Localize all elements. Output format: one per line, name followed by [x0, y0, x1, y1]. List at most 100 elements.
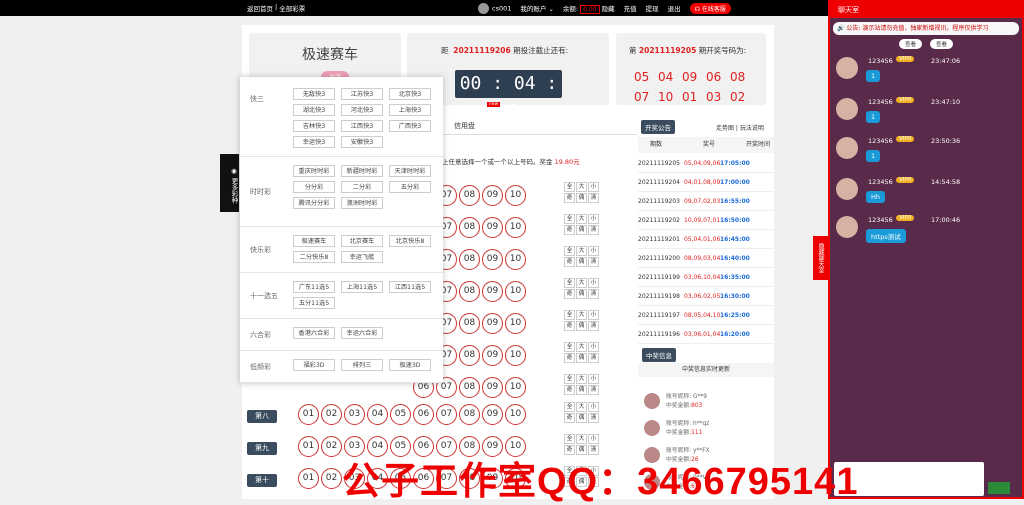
- number-ball[interactable]: 10: [505, 313, 526, 334]
- number-ball[interactable]: 08: [459, 377, 480, 398]
- quick-select-button[interactable]: 全: [564, 402, 575, 412]
- quick-select-button[interactable]: 小: [588, 310, 599, 320]
- number-ball[interactable]: 02: [321, 404, 342, 425]
- number-ball[interactable]: 10: [505, 404, 526, 425]
- quick-select-button[interactable]: 全: [564, 278, 575, 288]
- record-row[interactable]: 20211119197 08,05,04,10, 16:25:00: [638, 306, 774, 325]
- menu-item[interactable]: 湖北快3: [293, 104, 335, 116]
- number-ball[interactable]: 08: [459, 404, 480, 425]
- quick-select-button[interactable]: 小: [588, 246, 599, 256]
- number-ball[interactable]: 05: [390, 404, 411, 425]
- recharge-link[interactable]: 充值: [624, 3, 637, 13]
- menu-item[interactable]: 二分快乐8: [293, 251, 335, 263]
- quick-select-button[interactable]: 偶: [576, 321, 587, 331]
- menu-item[interactable]: 腾讯分分彩: [293, 197, 335, 209]
- number-ball[interactable]: 09: [482, 217, 503, 238]
- tab-winners[interactable]: 中奖信息: [642, 348, 676, 362]
- number-ball[interactable]: 10: [505, 217, 526, 238]
- menu-item[interactable]: 香港六合彩: [293, 327, 335, 339]
- quick-select-button[interactable]: 清: [588, 193, 599, 203]
- quick-select-button[interactable]: 小: [588, 182, 599, 192]
- online-service-button[interactable]: ☊ 在线客服: [689, 2, 731, 14]
- record-row[interactable]: 20211119201 05,04,01,06, 16:45:00: [638, 230, 774, 249]
- menu-item[interactable]: 福彩3D: [293, 359, 335, 371]
- menu-item[interactable]: 新疆时时彩: [341, 165, 383, 177]
- quick-select-button[interactable]: 偶: [576, 413, 587, 423]
- quick-select-button[interactable]: 清: [588, 413, 599, 423]
- quick-select-button[interactable]: 小: [588, 278, 599, 288]
- number-ball[interactable]: 06: [413, 404, 434, 425]
- quick-select-button[interactable]: 清: [588, 321, 599, 331]
- quick-select-button[interactable]: 小: [588, 374, 599, 384]
- menu-item[interactable]: 北京赛车: [341, 235, 383, 247]
- number-ball[interactable]: 01: [298, 436, 319, 457]
- quick-select-button[interactable]: 小: [588, 214, 599, 224]
- menu-item[interactable]: 分分彩: [293, 181, 335, 193]
- menu-item[interactable]: 河北快3: [341, 104, 383, 116]
- number-ball[interactable]: 07: [436, 404, 457, 425]
- quick-select-button[interactable]: 全: [564, 214, 575, 224]
- number-ball[interactable]: 02: [321, 436, 342, 457]
- quick-select-button[interactable]: 全: [564, 246, 575, 256]
- quick-select-button[interactable]: 清: [588, 225, 599, 235]
- menu-item[interactable]: 上海快3: [389, 104, 431, 116]
- quick-select-button[interactable]: 大: [576, 342, 587, 352]
- number-ball[interactable]: 09: [482, 249, 503, 270]
- record-row[interactable]: 20211119200 08,09,03,04, 16:40:00: [638, 249, 774, 268]
- quick-select-button[interactable]: 奇: [564, 225, 575, 235]
- record-row[interactable]: 20211119203 09,07,02,03, 16:55:00: [638, 192, 774, 211]
- quick-select-button[interactable]: 奇: [564, 385, 575, 395]
- tab-announce[interactable]: 开奖公告: [641, 120, 675, 134]
- quick-select-button[interactable]: 大: [576, 182, 587, 192]
- quick-select-button[interactable]: 全: [564, 434, 575, 444]
- menu-item[interactable]: 二分彩: [341, 181, 383, 193]
- menu-item[interactable]: 重庆时时彩: [293, 165, 335, 177]
- quick-select-button[interactable]: 小: [588, 342, 599, 352]
- notice-view-button[interactable]: 查看: [898, 39, 922, 49]
- quick-select-button[interactable]: 偶: [576, 193, 587, 203]
- number-ball[interactable]: 09: [482, 185, 503, 206]
- menu-item[interactable]: 极速赛车: [293, 235, 335, 247]
- logout-link[interactable]: 退出: [668, 3, 681, 13]
- menu-item[interactable]: 上海11选5: [341, 281, 383, 293]
- home-link[interactable]: 返回首页: [247, 3, 273, 13]
- quick-select-button[interactable]: 奇: [564, 321, 575, 331]
- withdraw-link[interactable]: 提现: [646, 3, 659, 13]
- hide-chat-button[interactable]: 隐藏聊天室: [813, 236, 828, 280]
- number-ball[interactable]: 08: [459, 249, 480, 270]
- quick-select-button[interactable]: 清: [588, 257, 599, 267]
- number-ball[interactable]: 09: [482, 377, 503, 398]
- account-link[interactable]: 我的账户 ⌄: [520, 3, 554, 13]
- quick-select-button[interactable]: 大: [576, 246, 587, 256]
- quick-select-button[interactable]: 偶: [576, 257, 587, 267]
- menu-item[interactable]: 五分11选5: [293, 297, 335, 309]
- quick-select-button[interactable]: 奇: [564, 353, 575, 363]
- menu-item[interactable]: 江西11选5: [389, 281, 431, 293]
- quick-select-button[interactable]: 奇: [564, 257, 575, 267]
- user-menu[interactable]: cs001: [478, 2, 511, 14]
- menu-item[interactable]: 幸运飞艇: [341, 251, 383, 263]
- quick-select-button[interactable]: 清: [588, 353, 599, 363]
- number-ball[interactable]: 08: [459, 313, 480, 334]
- quick-select-button[interactable]: 偶: [576, 289, 587, 299]
- number-ball[interactable]: 10: [505, 249, 526, 270]
- quick-select-button[interactable]: 清: [588, 289, 599, 299]
- number-ball[interactable]: 08: [459, 345, 480, 366]
- quick-select-button[interactable]: 奇: [564, 193, 575, 203]
- quick-select-button[interactable]: 奇: [564, 289, 575, 299]
- menu-item[interactable]: 排列三: [341, 359, 383, 371]
- menu-item[interactable]: 极速3D: [389, 359, 431, 371]
- more-lottery-toggle[interactable]: ◉ 更多彩种: [220, 154, 239, 212]
- number-ball[interactable]: 03: [344, 404, 365, 425]
- menu-item[interactable]: 广东11选5: [293, 281, 335, 293]
- quick-select-button[interactable]: 大: [576, 374, 587, 384]
- all-lottery-link[interactable]: 全部彩票: [279, 3, 305, 13]
- menu-item[interactable]: 幸运六合彩: [341, 327, 383, 339]
- menu-item[interactable]: 北京快3: [389, 88, 431, 100]
- menu-item[interactable]: 幸运快3: [293, 136, 335, 148]
- quick-select-button[interactable]: 全: [564, 374, 575, 384]
- quick-select-button[interactable]: 偶: [576, 385, 587, 395]
- hide-balance-button[interactable]: 隐藏: [602, 5, 615, 13]
- menu-item[interactable]: 吉林快3: [293, 120, 335, 132]
- quick-select-button[interactable]: 大: [576, 310, 587, 320]
